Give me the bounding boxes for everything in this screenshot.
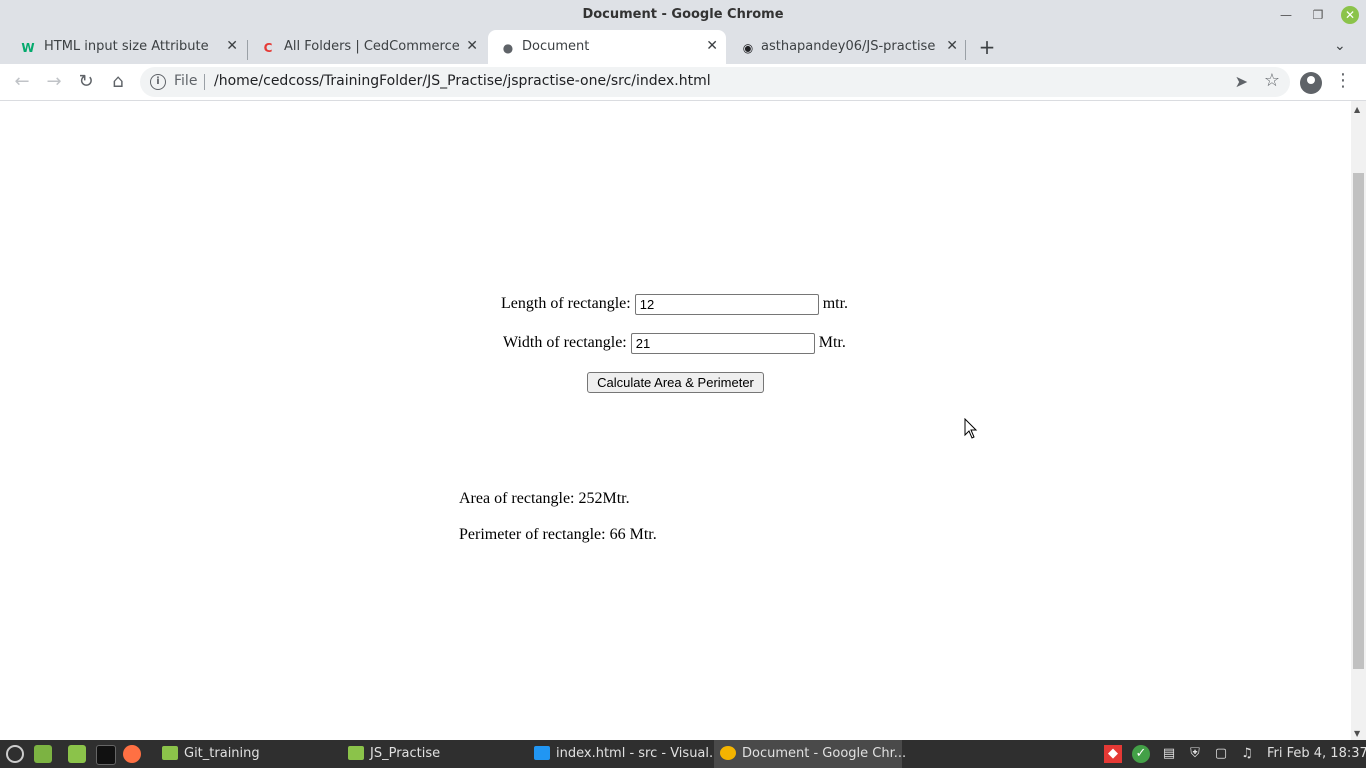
w3schools-icon: W xyxy=(21,41,35,55)
back-icon[interactable]: ← xyxy=(11,71,33,93)
globe-icon: ● xyxy=(502,41,514,55)
url-text[interactable]: /home/cedcoss/TrainingFolder/JS_Practise… xyxy=(214,73,711,89)
info-icon[interactable]: i xyxy=(150,74,166,90)
close-tab-icon[interactable]: ✕ xyxy=(466,38,478,54)
tab-html-input-size[interactable]: W HTML input size Attribute ✕ xyxy=(8,30,246,64)
firefox-icon[interactable] xyxy=(123,745,141,763)
send-tab-icon[interactable]: ➤ xyxy=(1235,72,1248,91)
new-tab-icon[interactable]: + xyxy=(976,36,998,58)
page-content: Length of rectangle: mtr. Width of recta… xyxy=(0,101,1351,740)
tab-label: asthapandey06/JS-practise xyxy=(761,39,936,54)
scroll-down-icon[interactable]: ▼ xyxy=(1354,729,1360,738)
tab-label: All Folders | CedCommerce (L xyxy=(284,39,459,54)
cedcommerce-icon: C xyxy=(263,41,273,55)
start-menu-icon[interactable] xyxy=(6,745,24,763)
taskbar-item-label: Git_training xyxy=(184,746,260,761)
github-icon: ◉ xyxy=(742,41,754,55)
folder-icon xyxy=(162,746,178,760)
divider xyxy=(204,74,205,90)
tab-cedcommerce[interactable]: C All Folders | CedCommerce (L ✕ xyxy=(248,30,486,64)
tab-strip: W HTML input size Attribute ✕ C All Fold… xyxy=(0,30,1366,64)
chrome-icon xyxy=(720,746,736,760)
length-label: Length of rectangle: xyxy=(501,295,631,313)
home-icon[interactable]: ⌂ xyxy=(107,71,129,93)
close-tab-icon[interactable]: ✕ xyxy=(946,38,958,54)
length-input[interactable] xyxy=(634,294,819,315)
taskbar-item-label: index.html - src - Visual... xyxy=(556,746,722,761)
calculate-button[interactable]: Calculate Area & Perimeter xyxy=(587,372,764,393)
vscode-icon xyxy=(534,746,550,760)
taskbar-item-chrome[interactable]: Document - Google Chr... xyxy=(714,740,906,768)
reload-icon[interactable]: ↻ xyxy=(75,71,97,93)
volume-icon[interactable]: ♫ xyxy=(1238,745,1256,763)
length-unit: mtr. xyxy=(822,295,849,313)
restore-icon[interactable]: ❐ xyxy=(1307,4,1329,26)
kebab-menu-icon[interactable]: ⋮ xyxy=(1334,70,1352,91)
files-icon[interactable] xyxy=(68,745,86,763)
taskbar: Git_training JS_Practise index.html - sr… xyxy=(0,740,1366,768)
tab-document[interactable]: ● Document ✕ xyxy=(488,30,726,64)
minimize-icon[interactable]: — xyxy=(1275,4,1297,26)
length-row: Length of rectangle: mtr. xyxy=(501,294,848,315)
scroll-up-icon[interactable]: ▲ xyxy=(1354,105,1360,114)
width-unit: Mtr. xyxy=(818,334,846,352)
forward-icon[interactable]: → xyxy=(43,71,65,93)
perimeter-result: Perimeter of rectangle: 66 Mtr. xyxy=(459,526,657,543)
width-input[interactable] xyxy=(630,333,815,354)
clock[interactable]: Fri Feb 4, 18:37 xyxy=(1267,746,1366,761)
taskbar-item-js-practise[interactable]: JS_Practise xyxy=(342,740,522,768)
close-tab-icon[interactable]: ✕ xyxy=(706,38,718,54)
mouse-cursor-icon xyxy=(964,418,978,439)
area-result: Area of rectangle: 252Mtr. xyxy=(459,490,630,507)
clipboard-icon[interactable]: ▤ xyxy=(1160,745,1178,763)
update-check-icon[interactable]: ✓ xyxy=(1132,745,1150,763)
width-row: Width of rectangle: Mtr. xyxy=(503,333,846,354)
terminal-icon[interactable] xyxy=(96,745,116,765)
profile-avatar-icon[interactable] xyxy=(1300,72,1322,94)
taskbar-item-label: JS_Practise xyxy=(370,746,441,761)
bookmark-star-icon[interactable]: ☆ xyxy=(1264,70,1280,91)
folder-icon xyxy=(348,746,364,760)
taskbar-item-vscode[interactable]: index.html - src - Visual... xyxy=(528,740,721,768)
window-title: Document - Google Chrome xyxy=(582,7,784,22)
taskbar-item-git-training[interactable]: Git_training xyxy=(156,740,336,768)
tab-label: HTML input size Attribute xyxy=(44,39,209,54)
tab-label: Document xyxy=(522,39,590,54)
page-scrollbar[interactable]: ▲ ▼ xyxy=(1351,101,1366,740)
tab-github[interactable]: ◉ asthapandey06/JS-practise ✕ xyxy=(728,30,966,64)
window-titlebar: Document - Google Chrome — ❐ ✕ xyxy=(0,0,1366,30)
scrollbar-thumb[interactable] xyxy=(1353,173,1364,669)
browser-toolbar: ← → ↻ ⌂ i File /home/cedcoss/TrainingFol… xyxy=(0,64,1366,101)
close-window-icon[interactable]: ✕ xyxy=(1341,6,1359,24)
git-icon[interactable]: ◆ xyxy=(1104,745,1122,763)
close-tab-icon[interactable]: ✕ xyxy=(226,38,238,54)
width-label: Width of rectangle: xyxy=(503,334,627,352)
shield-icon[interactable]: ⛨ xyxy=(1186,745,1204,763)
chevron-down-icon[interactable]: ⌄ xyxy=(1334,38,1346,54)
url-scheme: File xyxy=(174,73,198,89)
tab-separator xyxy=(247,40,248,60)
network-icon[interactable]: ▢ xyxy=(1212,745,1230,763)
tab-separator xyxy=(965,40,966,60)
address-bar[interactable]: i File /home/cedcoss/TrainingFolder/JS_P… xyxy=(140,67,1290,97)
taskbar-item-label: Document - Google Chr... xyxy=(742,746,907,761)
show-desktop-icon[interactable] xyxy=(34,745,52,763)
